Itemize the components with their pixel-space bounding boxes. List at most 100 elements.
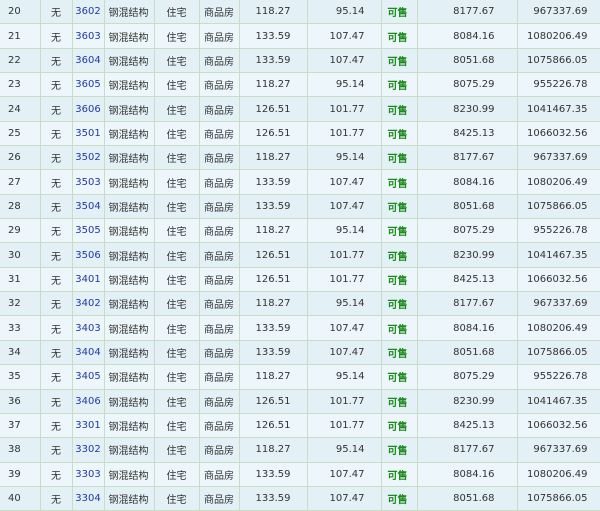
build-area-cell: 118.27 <box>239 437 308 463</box>
status-cell: 可售 <box>381 145 418 171</box>
room-link[interactable]: 3503 <box>75 177 100 188</box>
decoration-cell: 无 <box>40 291 73 317</box>
room-cell: 3405 <box>72 364 105 390</box>
structure-cell: 钢混结构 <box>104 145 155 171</box>
unit-price-cell: 8230.99 <box>417 96 518 122</box>
status-cell: 可售 <box>381 364 418 390</box>
room-link[interactable]: 3505 <box>75 225 100 236</box>
room-link[interactable]: 3504 <box>75 201 100 212</box>
decoration-cell: 无 <box>40 389 73 414</box>
build-area-cell: 133.59 <box>239 462 308 487</box>
structure-cell: 钢混结构 <box>104 267 155 293</box>
table-row: 31 无 3401 钢混结构 住宅 商品房 126.51 101.77 可售 8425.13 106… <box>0 267 600 293</box>
build-area-cell: 133.59 <box>239 48 308 74</box>
status-cell: 可售 <box>381 315 418 341</box>
table-row: 32 无 3402 钢混结构 住宅 商品房 118.27 95.14 可售 8177.67 9673… <box>0 291 600 317</box>
structure-cell: 钢混结构 <box>104 72 155 98</box>
room-link[interactable]: 3602 <box>75 6 100 17</box>
room-cell: 3406 <box>72 389 105 414</box>
decoration-cell: 无 <box>40 194 73 220</box>
room-link[interactable]: 3401 <box>75 274 100 285</box>
inner-area-cell: 101.77 <box>307 389 382 414</box>
table-row: 24 无 3606 钢混结构 住宅 商品房 126.51 101.77 可售 8230.99 104… <box>0 96 600 122</box>
room-cell: 3304 <box>72 486 105 511</box>
structure-cell: 钢混结构 <box>104 169 155 195</box>
room-link[interactable]: 3604 <box>75 55 100 66</box>
room-cell: 3604 <box>72 48 105 74</box>
row-index: 35 <box>0 364 41 390</box>
usage-cell: 住宅 <box>154 486 200 511</box>
units-table: 20 无 3602 钢混结构 住宅 商品房 118.27 95.14 可售 8177.67 9673… <box>0 0 600 511</box>
structure-cell: 钢混结构 <box>104 486 155 511</box>
total-price-cell: 1080206.49 <box>517 23 600 49</box>
room-link[interactable]: 3606 <box>75 104 100 115</box>
build-area-cell: 126.51 <box>239 242 308 268</box>
table-row: 30 无 3506 钢混结构 住宅 商品房 126.51 101.77 可售 8230.99 104… <box>0 242 600 268</box>
status-cell: 可售 <box>381 340 418 366</box>
structure-cell: 钢混结构 <box>104 291 155 317</box>
room-cell: 3602 <box>72 0 105 25</box>
house-type-cell: 商品房 <box>199 218 240 244</box>
table-row: 26 无 3502 钢混结构 住宅 商品房 118.27 95.14 可售 8177.67 9673… <box>0 145 600 171</box>
room-link[interactable]: 3404 <box>75 347 100 358</box>
house-type-cell: 商品房 <box>199 23 240 49</box>
build-area-cell: 126.51 <box>239 413 308 439</box>
house-type-cell: 商品房 <box>199 389 240 414</box>
row-index: 29 <box>0 218 41 244</box>
status-cell: 可售 <box>381 72 418 98</box>
inner-area-cell: 101.77 <box>307 242 382 268</box>
unit-price-cell: 8051.68 <box>417 194 518 220</box>
inner-area-cell: 107.47 <box>307 315 382 341</box>
room-cell: 3404 <box>72 340 105 366</box>
total-price-cell: 1075866.05 <box>517 340 600 366</box>
status-cell: 可售 <box>381 96 418 122</box>
structure-cell: 钢混结构 <box>104 0 155 25</box>
room-link[interactable]: 3603 <box>75 31 100 42</box>
decoration-cell: 无 <box>40 48 73 74</box>
room-link[interactable]: 3506 <box>75 250 100 261</box>
room-link[interactable]: 3302 <box>75 444 100 455</box>
house-type-cell: 商品房 <box>199 194 240 220</box>
usage-cell: 住宅 <box>154 437 200 463</box>
usage-cell: 住宅 <box>154 389 200 414</box>
unit-price-cell: 8084.16 <box>417 462 518 487</box>
usage-cell: 住宅 <box>154 364 200 390</box>
build-area-cell: 133.59 <box>239 23 308 49</box>
row-index: 20 <box>0 0 41 25</box>
room-link[interactable]: 3406 <box>75 396 100 407</box>
row-index: 36 <box>0 389 41 414</box>
total-price-cell: 1066032.56 <box>517 267 600 293</box>
status-cell: 可售 <box>381 194 418 220</box>
build-area-cell: 126.51 <box>239 96 308 122</box>
room-link[interactable]: 3501 <box>75 128 100 139</box>
inner-area-cell: 107.47 <box>307 48 382 74</box>
room-link[interactable]: 3304 <box>75 493 100 504</box>
room-link[interactable]: 3303 <box>75 469 100 480</box>
room-link[interactable]: 3605 <box>75 79 100 90</box>
build-area-cell: 126.51 <box>239 121 308 147</box>
room-link[interactable]: 3502 <box>75 152 100 163</box>
room-cell: 3504 <box>72 194 105 220</box>
row-index: 37 <box>0 413 41 439</box>
decoration-cell: 无 <box>40 0 73 25</box>
inner-area-cell: 107.47 <box>307 340 382 366</box>
status-cell: 可售 <box>381 0 418 25</box>
room-link[interactable]: 3403 <box>75 323 100 334</box>
total-price-cell: 967337.69 <box>517 437 600 463</box>
build-area-cell: 126.51 <box>239 267 308 293</box>
decoration-cell: 无 <box>40 413 73 439</box>
table-row: 39 无 3303 钢混结构 住宅 商品房 133.59 107.47 可售 8084.16 108… <box>0 462 600 487</box>
total-price-cell: 955226.78 <box>517 364 600 390</box>
room-cell: 3401 <box>72 267 105 293</box>
house-type-cell: 商品房 <box>199 413 240 439</box>
total-price-cell: 1066032.56 <box>517 413 600 439</box>
decoration-cell: 无 <box>40 218 73 244</box>
room-link[interactable]: 3301 <box>75 420 100 431</box>
row-index: 23 <box>0 72 41 98</box>
decoration-cell: 无 <box>40 23 73 49</box>
room-link[interactable]: 3402 <box>75 298 100 309</box>
room-link[interactable]: 3405 <box>75 371 100 382</box>
inner-area-cell: 107.47 <box>307 462 382 487</box>
structure-cell: 钢混结构 <box>104 242 155 268</box>
usage-cell: 住宅 <box>154 340 200 366</box>
